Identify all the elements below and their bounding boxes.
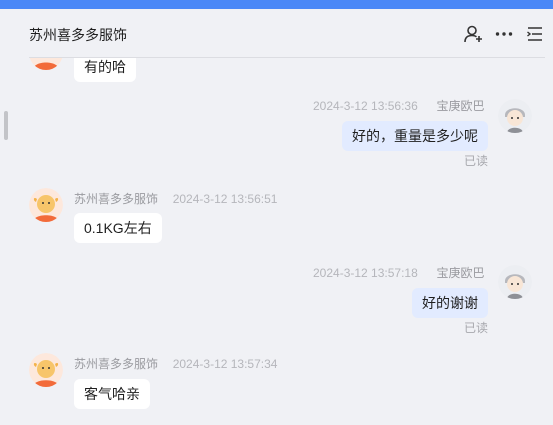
user-avatar[interactable] [498, 99, 532, 133]
message-meta: 2024-3-12 13:56:36 宝庚欧巴 [313, 97, 484, 114]
top-accent-bar [0, 0, 553, 9]
shop-avatar[interactable] [29, 188, 63, 222]
message-meta: 苏州喜多多服饰 2024-3-12 13:56:51 [74, 190, 277, 207]
message-bubble: 好的，重量是多少呢 [342, 121, 488, 151]
message-meta: 2024-3-12 13:57:18 宝庚欧巴 [313, 264, 484, 281]
message-time: 2024-3-12 13:57:34 [172, 357, 278, 371]
message-bubble: 有的哈 [74, 58, 136, 82]
chat-title: 苏州喜多多服饰 [29, 27, 127, 43]
sender-name: 宝庚欧巴 [436, 99, 485, 113]
message-time: 2024-3-12 13:56:51 [172, 192, 278, 206]
message-bubble: 客气哈亲 [74, 379, 150, 409]
message-bubble: 好的谢谢 [412, 288, 488, 318]
sender-name: 苏州喜多多服饰 [74, 357, 159, 371]
shop-avatar[interactable] [29, 58, 63, 70]
shop-avatar[interactable] [29, 353, 63, 387]
message-time: 2024-3-12 13:56:36 [313, 99, 418, 113]
read-status: 已读 [464, 154, 489, 168]
sender-name: 宝庚欧巴 [436, 266, 485, 280]
add-contact-icon[interactable] [463, 24, 483, 44]
sender-name: 苏州喜多多服饰 [74, 192, 159, 206]
message-bubble: 0.1KG左右 [74, 213, 162, 243]
message-meta: 苏州喜多多服饰 2024-3-12 13:57:34 [74, 355, 277, 372]
list-menu-icon[interactable] [525, 24, 545, 44]
user-avatar[interactable] [498, 265, 532, 299]
read-status: 已读 [464, 321, 489, 335]
message-list: 有的哈 2024-3-12 13:56:36 宝庚欧巴 好的，重量是多少呢 已读… [0, 58, 553, 425]
message-time: 2024-3-12 13:57:18 [313, 266, 418, 280]
more-icon[interactable] [494, 24, 514, 44]
